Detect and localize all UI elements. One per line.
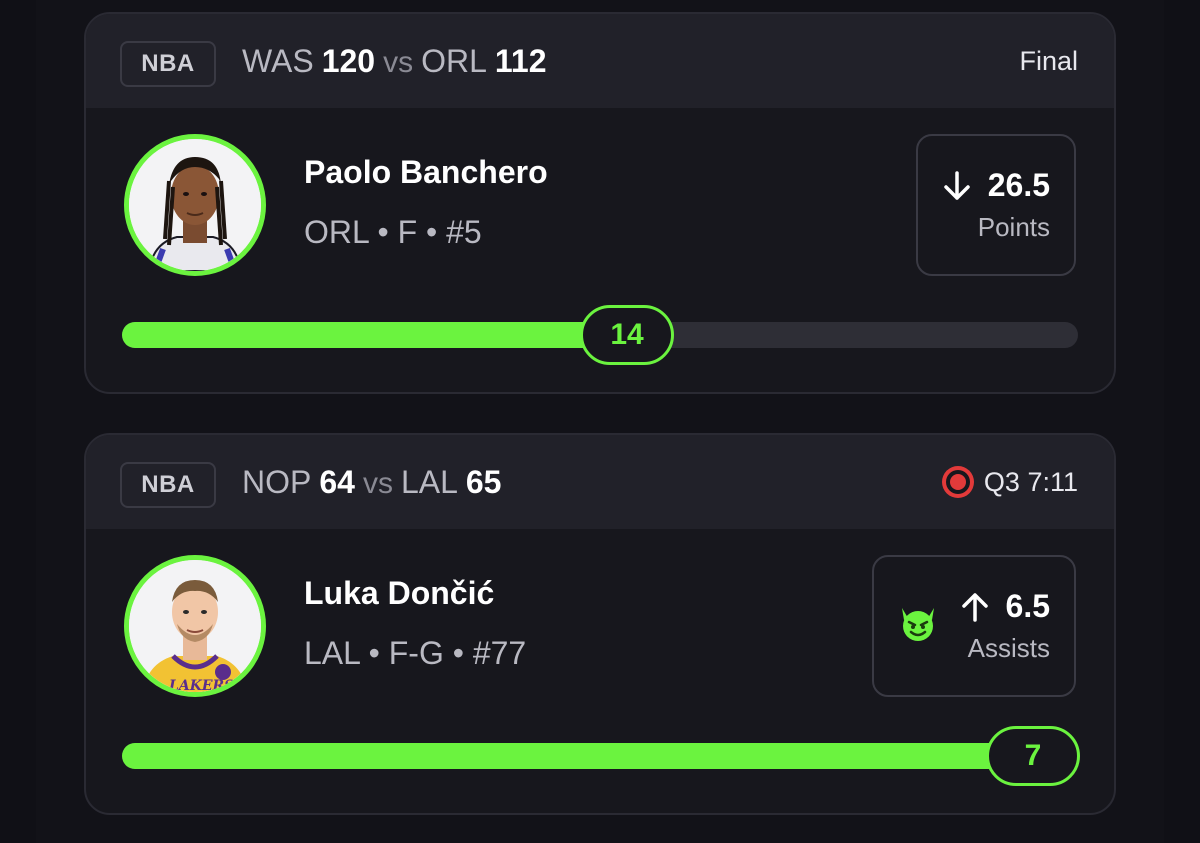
game-status: Q3 7:11 — [941, 435, 1078, 529]
progress-bar: 7 — [122, 726, 1080, 786]
line-value: 26.5 — [987, 167, 1050, 203]
player-avatar — [124, 134, 266, 276]
away-score: 64 — [319, 463, 355, 500]
player-avatar: LAKERS — [124, 555, 266, 697]
down-arrow-icon — [942, 170, 972, 202]
up-arrow-icon — [960, 591, 990, 623]
left-rail — [0, 0, 36, 843]
matchup: WAS 120 vs ORL 112 — [242, 43, 547, 80]
game-header: NBA WAS 120 vs ORL 112 Final — [86, 14, 1114, 108]
line-value: 6.5 — [1005, 588, 1050, 624]
pick-card[interactable]: NBA NOP 64 vs LAL 65 Q3 7:11 LAKERS Luka… — [84, 433, 1116, 815]
line-stat: Points — [977, 212, 1050, 242]
game-header: NBA NOP 64 vs LAL 65 Q3 7:11 — [86, 435, 1114, 529]
right-rail — [1164, 0, 1200, 843]
progress-fill — [122, 743, 1078, 769]
live-icon — [941, 466, 974, 498]
league-badge: NBA — [120, 41, 216, 87]
home-team: ORL — [421, 42, 487, 79]
matchup: NOP 64 vs LAL 65 — [242, 464, 501, 501]
pick-line-box[interactable]: 26.5 Points — [915, 134, 1076, 276]
player-meta: LAL • F-G • #77 — [304, 635, 527, 671]
player-photo — [129, 139, 261, 271]
status-label: Q3 7:11 — [983, 466, 1078, 497]
player-photo: LAKERS — [129, 560, 261, 692]
away-team: NOP — [242, 463, 312, 500]
current-stat-bubble: 7 — [986, 726, 1080, 786]
current-stat-bubble: 14 — [580, 305, 674, 365]
home-score: 112 — [494, 42, 547, 79]
vs-label: vs — [383, 45, 414, 79]
home-team: LAL — [400, 463, 458, 500]
away-score: 120 — [321, 42, 376, 79]
line-stat: Assists — [967, 633, 1050, 663]
svg-text:LAKERS: LAKERS — [168, 678, 234, 692]
league-badge: NBA — [120, 462, 216, 508]
progress-fill — [122, 322, 632, 348]
progress-bar: 14 — [122, 305, 1078, 365]
player-meta: ORL • F • #5 — [304, 214, 482, 250]
pick-line-box[interactable]: 6.5 Assists — [871, 555, 1076, 697]
player-name: Luka Dončić — [304, 575, 495, 611]
pick-card[interactable]: NBA WAS 120 vs ORL 112 Final Paolo Banch… — [84, 12, 1116, 394]
player-name: Paolo Banchero — [304, 154, 548, 190]
demon-emoji-icon — [898, 606, 938, 647]
vs-label: vs — [362, 466, 393, 500]
game-status: Final — [1019, 14, 1078, 108]
status-label: Final — [1019, 45, 1078, 76]
home-score: 65 — [465, 463, 502, 500]
away-team: WAS — [242, 42, 314, 79]
